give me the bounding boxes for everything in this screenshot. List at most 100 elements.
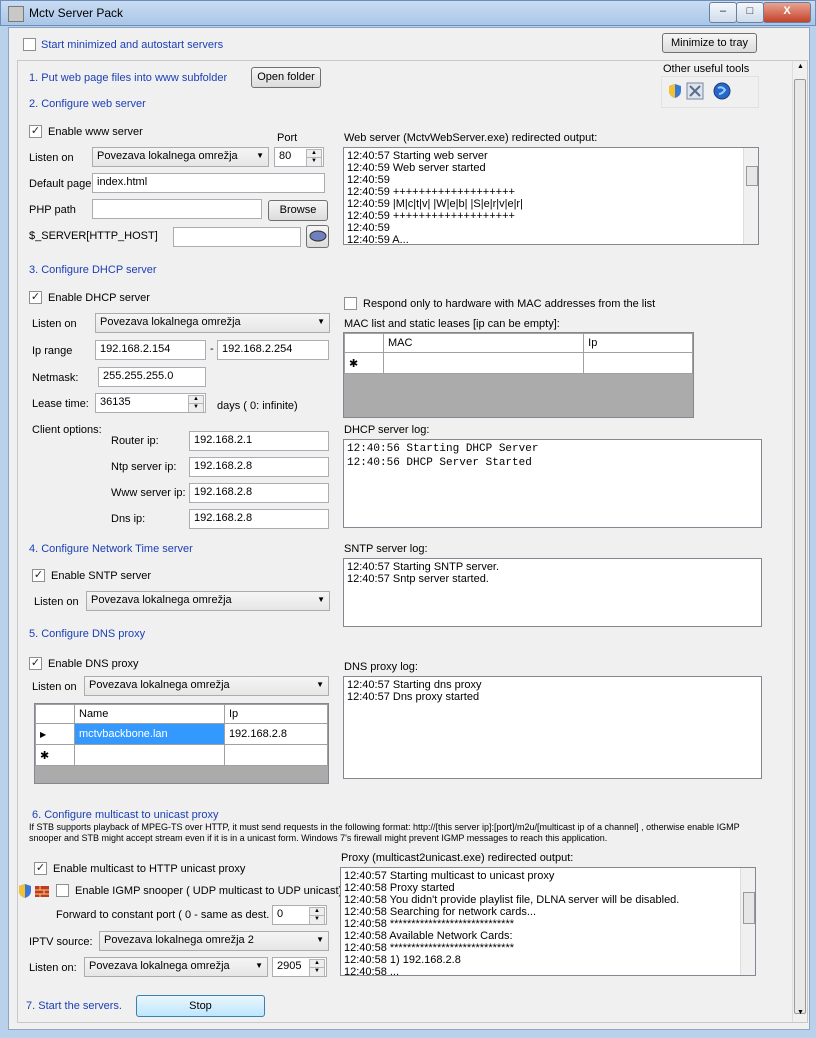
browse-button[interactable]: Browse (268, 200, 328, 221)
spin-down-icon[interactable]: ▼ (188, 403, 204, 412)
dhcp-listen-select[interactable]: Povezava lokalnega omrežja ▼ (95, 313, 330, 333)
shield-icon[interactable] (667, 83, 683, 99)
web-port-input[interactable]: 80 ▲ ▼ (274, 147, 324, 167)
log-line: 12:40:57 Starting SNTP server. (347, 561, 500, 573)
new-row-icon: ✱ (35, 744, 75, 766)
ip-range-end-input[interactable]: 192.168.2.254 (217, 340, 329, 360)
web-log-scrollbar[interactable] (743, 148, 758, 244)
dns-ip-cell[interactable]: 192.168.2.8 (223, 723, 329, 745)
default-page-label: Default page (29, 178, 92, 190)
column-header-name[interactable]: Name (74, 704, 225, 724)
dns-listen-select[interactable]: Povezava lokalnega omrežja ▼ (84, 676, 329, 696)
forward-port-input[interactable]: 0 ▲ ▼ (272, 905, 327, 925)
step7-label: 7. Start the servers. (26, 1000, 122, 1012)
close-window-button[interactable]: X (763, 2, 811, 23)
sntp-log-label: SNTP server log: (344, 543, 428, 555)
sntp-listen-select[interactable]: Povezava lokalnega omrežja ▼ (86, 591, 330, 611)
proxy-output-label: Proxy (multicast2unicast.exe) redirected… (341, 852, 574, 864)
globe-icon[interactable] (713, 82, 731, 100)
column-header-ip[interactable]: Ip (223, 704, 329, 724)
web-listen-select[interactable]: Povezava lokalnega omrežja ▼ (92, 147, 269, 167)
mcast-listen-label: Listen on: (29, 962, 77, 974)
dns-name-cell-new[interactable] (74, 744, 225, 766)
minimize-window-button[interactable]: – (709, 2, 737, 23)
web-log-scroll-thumb[interactable] (746, 166, 758, 186)
start-minimized-checkbox[interactable] (23, 38, 36, 51)
dns-ip-cell-new[interactable] (223, 744, 329, 766)
column-header-mac[interactable]: MAC (382, 333, 585, 353)
dns-table[interactable]: Name Ip ▶ mctvbackbone.lan 192.168.2.8 ✱ (34, 703, 329, 784)
scroll-down-icon[interactable]: ▼ (795, 1009, 806, 1019)
ip-cell[interactable] (583, 352, 693, 374)
php-icon (309, 230, 327, 242)
lease-time-value: 36135 (100, 396, 131, 408)
mcast-listen-port-input[interactable]: 2905 ▲ ▼ (272, 957, 327, 977)
server-host-input[interactable] (173, 227, 301, 247)
mac-cell[interactable] (382, 352, 585, 374)
enable-sntp-checkbox[interactable] (32, 569, 45, 582)
column-header-ip[interactable]: Ip (583, 333, 693, 353)
mac-only-checkbox[interactable] (344, 297, 357, 310)
proxy-log-scrollbar[interactable] (740, 868, 755, 975)
netmask-input[interactable]: 255.255.255.0 (98, 367, 206, 387)
port-label: Port (277, 132, 298, 144)
mcast-listen-select[interactable]: Povezava lokalnega omrežja ▼ (84, 957, 268, 977)
stop-button[interactable]: Stop (136, 995, 265, 1017)
mac-only-label: Respond only to hardware with MAC addres… (363, 298, 656, 310)
enable-dns-checkbox[interactable] (29, 657, 42, 670)
enable-www-checkbox[interactable] (29, 125, 42, 138)
spin-down-icon[interactable]: ▼ (306, 157, 322, 166)
chevron-down-icon: ▼ (255, 961, 263, 970)
enable-igmp-checkbox[interactable] (56, 884, 69, 897)
router-ip-input[interactable]: 192.168.2.1 (189, 431, 329, 451)
log-line: 12:40:59 +++++++++++++++++++ (347, 186, 515, 198)
open-folder-button[interactable]: Open folder (251, 67, 321, 88)
sntp-log[interactable]: 12:40:57 Starting SNTP server. 12:40:57 … (343, 558, 762, 627)
main-scrollbar[interactable]: ▲ ▼ (792, 61, 807, 1022)
web-output-label: Web server (MctvWebServer.exe) redirecte… (344, 132, 598, 144)
main-scroll-thumb[interactable] (794, 79, 806, 1014)
step1-label: 1. Put web page files into www subfolder (29, 72, 228, 84)
enable-dhcp-label: Enable DHCP server (48, 292, 150, 304)
ntp-ip-input[interactable]: 192.168.2.8 (189, 457, 329, 477)
mac-table[interactable]: MAC Ip ✱ (343, 332, 694, 418)
php-button[interactable] (306, 225, 329, 248)
window-title: Mctv Server Pack (29, 6, 124, 20)
proxy-output-log[interactable]: 12:40:57 Starting multicast to unicast p… (340, 867, 756, 976)
lease-time-input[interactable]: 36135 ▲ ▼ (95, 393, 206, 413)
ip-range-start-input[interactable]: 192.168.2.154 (95, 340, 206, 360)
dhcp-listen-value: Povezava lokalnega omrežja (100, 316, 241, 328)
dhcp-log-label: DHCP server log: (344, 424, 430, 436)
dns-ip-input[interactable]: 192.168.2.8 (189, 509, 329, 529)
www-ip-input[interactable]: 192.168.2.8 (189, 483, 329, 503)
minimize-to-tray-button[interactable]: Minimize to tray (662, 33, 757, 53)
spin-down-icon[interactable]: ▼ (309, 967, 325, 976)
network-tool-icon[interactable] (686, 82, 704, 100)
ntp-ip-label: Ntp server ip: (111, 461, 177, 473)
dhcp-log[interactable]: 12:40:56 Starting DHCP Server 12:40:56 D… (343, 439, 762, 528)
maximize-window-button[interactable]: □ (736, 2, 764, 23)
enable-dhcp-checkbox[interactable] (29, 291, 42, 304)
web-output-log[interactable]: 12:40:57 Starting web server 12:40:59 We… (343, 147, 759, 245)
spin-down-icon[interactable]: ▼ (309, 915, 325, 924)
mcast-listen-value: Povezava lokalnega omrežja (89, 960, 230, 972)
php-path-input[interactable] (92, 199, 262, 219)
iptv-source-select[interactable]: Povezava lokalnega omrežja 2 ▼ (99, 931, 329, 951)
proxy-log-scroll-thumb[interactable] (743, 892, 755, 924)
dns-log-label: DNS proxy log: (344, 661, 418, 673)
enable-mcast-checkbox[interactable] (34, 862, 47, 875)
enable-dns-label: Enable DNS proxy (48, 658, 139, 670)
web-listen-value: Povezava lokalnega omrežja (97, 150, 238, 162)
log-line: 12:40:58 ... (344, 966, 400, 976)
row-header-corner (344, 333, 384, 353)
tools-title: Other useful tools (663, 63, 750, 75)
log-line: 12:40:59 (347, 174, 390, 186)
dns-log[interactable]: 12:40:57 Starting dns proxy 12:40:57 Dns… (343, 676, 762, 779)
default-page-input[interactable]: index.html (92, 173, 325, 193)
new-row-icon: ✱ (344, 352, 384, 374)
forward-port-label: Forward to constant port ( 0 - same as d… (56, 909, 277, 921)
log-line: 12:40:57 Starting dns proxy (347, 679, 482, 691)
dhcp-heading: 3. Configure DHCP server (29, 264, 157, 276)
scroll-up-icon[interactable]: ▲ (795, 63, 806, 73)
dns-name-cell[interactable]: mctvbackbone.lan (74, 723, 225, 745)
